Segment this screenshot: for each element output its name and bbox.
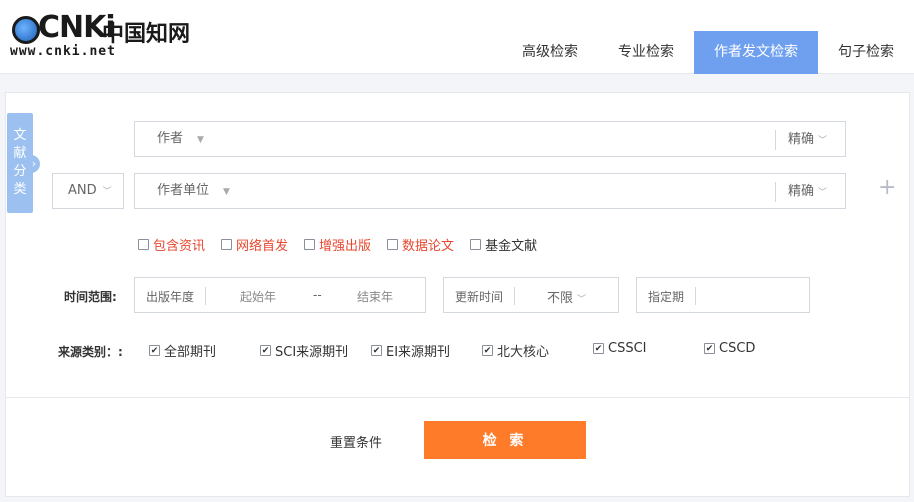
field-select-affiliation[interactable]: 作者单位 ▼ xyxy=(157,174,230,208)
source-cssci[interactable]: ✔ CSSCI xyxy=(593,341,647,356)
caret-down-icon: ▼ xyxy=(197,135,204,145)
field-label: 作者单位 xyxy=(157,183,210,198)
source-cscd[interactable]: ✔ CSCD xyxy=(704,341,755,356)
author-input[interactable] xyxy=(265,126,765,152)
checkbox-checked[interactable]: ✔ xyxy=(482,345,493,356)
logic-label: AND xyxy=(68,183,97,198)
chevron-down-icon: ﹀ xyxy=(102,187,112,197)
match-select[interactable]: 精确 ﹀ xyxy=(775,182,845,202)
divider xyxy=(205,287,206,305)
source-ei[interactable]: ✔ EI来源期刊 xyxy=(371,341,450,360)
year-type-select[interactable]: 出版年度 xyxy=(146,288,194,305)
affiliation-input[interactable] xyxy=(265,178,765,204)
logic-select[interactable]: AND ﹀ xyxy=(52,173,124,209)
option-enhanced[interactable]: 增强出版 xyxy=(304,235,371,254)
author-row: 作者 ▼ 精确 ﹀ xyxy=(134,121,846,157)
reset-button[interactable]: 重置条件 xyxy=(330,432,382,451)
tab-advanced[interactable]: 高级检索 xyxy=(502,31,598,74)
options-row: 包含资讯 网络首发 增强出版 数据论文 基金文献 xyxy=(138,235,553,254)
header: CNKi 中国知网 www.cnki.net 高级检索 专业检索 作者发文检索 … xyxy=(0,0,914,74)
match-select[interactable]: 精确 ﹀ xyxy=(775,130,845,150)
chevron-down-icon: ﹀ xyxy=(818,136,828,146)
time-range-label: 时间范围: xyxy=(64,290,117,304)
logo-url: www.cnki.net xyxy=(10,44,116,59)
source-label: EI来源期刊 xyxy=(386,345,451,360)
affiliation-row: 作者单位 ▼ 精确 ﹀ xyxy=(134,173,846,209)
caret-down-icon: ▼ xyxy=(223,187,230,197)
option-label: 网络首发 xyxy=(236,239,289,254)
checkbox-checked[interactable]: ✔ xyxy=(260,345,271,356)
source-sci[interactable]: ✔ SCI来源期刊 xyxy=(260,341,348,360)
chevron-right-icon[interactable]: › xyxy=(28,155,40,173)
source-label: SCI来源期刊 xyxy=(275,345,349,360)
source-pku[interactable]: ✔ 北大核心 xyxy=(482,341,549,360)
source-label: 全部期刊 xyxy=(164,345,217,360)
field-select-author[interactable]: 作者 ▼ xyxy=(157,122,204,156)
option-label: 基金文献 xyxy=(485,239,538,254)
search-tabs: 高级检索 专业检索 作者发文检索 句子检索 xyxy=(502,31,914,74)
option-fund[interactable]: 基金文献 xyxy=(470,235,537,254)
update-time-label: 更新时间 xyxy=(455,290,504,304)
tab-professional[interactable]: 专业检索 xyxy=(598,31,694,74)
start-year-input[interactable]: 起始年 xyxy=(240,288,276,305)
checkbox[interactable] xyxy=(470,239,482,250)
cnki-logo[interactable]: CNKi 中国知网 www.cnki.net xyxy=(10,10,200,62)
specified-issue-label: 指定期 xyxy=(648,290,685,304)
checkbox-checked[interactable]: ✔ xyxy=(149,345,160,356)
search-panel: 文 献 分 类 › 作者 ▼ 精确 ﹀ AND ﹀ 作者单位 ▼ 精确 ﹀ + 包含资讯 … xyxy=(5,92,910,497)
source-label: CSCD xyxy=(719,341,756,356)
source-label: CSSCI xyxy=(608,341,647,356)
checkbox[interactable] xyxy=(387,239,399,250)
option-data-paper[interactable]: 数据论文 xyxy=(387,235,454,254)
checkbox-checked[interactable]: ✔ xyxy=(593,343,604,354)
source-label: 北大核心 xyxy=(497,345,550,360)
divider xyxy=(695,287,696,305)
tab-author[interactable]: 作者发文检索 xyxy=(694,31,818,74)
globe-icon xyxy=(12,16,40,44)
update-time-select[interactable]: 不限 ﹀ xyxy=(547,287,586,306)
checkbox[interactable] xyxy=(221,239,233,250)
tab-sentence[interactable]: 句子检索 xyxy=(818,31,914,74)
checkbox-checked[interactable]: ✔ xyxy=(371,345,382,356)
update-time-box: 更新时间 不限 ﹀ xyxy=(443,277,619,313)
divider xyxy=(514,287,515,305)
end-year-input[interactable]: 结束年 xyxy=(357,288,393,305)
add-row-icon[interactable]: + xyxy=(878,173,896,203)
match-label: 精确 xyxy=(788,184,815,199)
checkbox[interactable] xyxy=(138,239,149,250)
option-news[interactable]: 包含资讯 xyxy=(138,235,205,254)
source-all[interactable]: ✔ 全部期刊 xyxy=(149,341,216,360)
option-label: 增强出版 xyxy=(319,239,372,254)
update-value: 不限 xyxy=(547,291,574,306)
option-online-first[interactable]: 网络首发 xyxy=(221,235,288,254)
option-label: 包含资讯 xyxy=(153,239,206,254)
source-row: ✔ 全部期刊 ✔ SCI来源期刊 ✔ EI来源期刊 ✔ 北大核心 ✔ CSSCI ✔ CSC… xyxy=(149,341,849,361)
field-label: 作者 xyxy=(157,131,184,146)
option-label: 数据论文 xyxy=(402,239,455,254)
match-label: 精确 xyxy=(788,132,815,147)
time-range-box: 出版年度 起始年 -- 结束年 xyxy=(134,277,426,313)
panel-divider xyxy=(6,397,909,398)
checkbox[interactable] xyxy=(304,239,316,250)
search-button[interactable]: 检 索 xyxy=(424,421,586,459)
chevron-down-icon: ﹀ xyxy=(818,188,828,198)
range-dash: -- xyxy=(313,288,322,302)
checkbox-checked[interactable]: ✔ xyxy=(704,343,715,354)
side-char: 类 xyxy=(13,182,27,197)
side-char: 文 xyxy=(13,128,27,143)
chevron-down-icon: ﹀ xyxy=(577,295,587,305)
source-type-label: 来源类别：: xyxy=(58,345,123,359)
specified-issue-box[interactable]: 指定期 xyxy=(636,277,810,313)
